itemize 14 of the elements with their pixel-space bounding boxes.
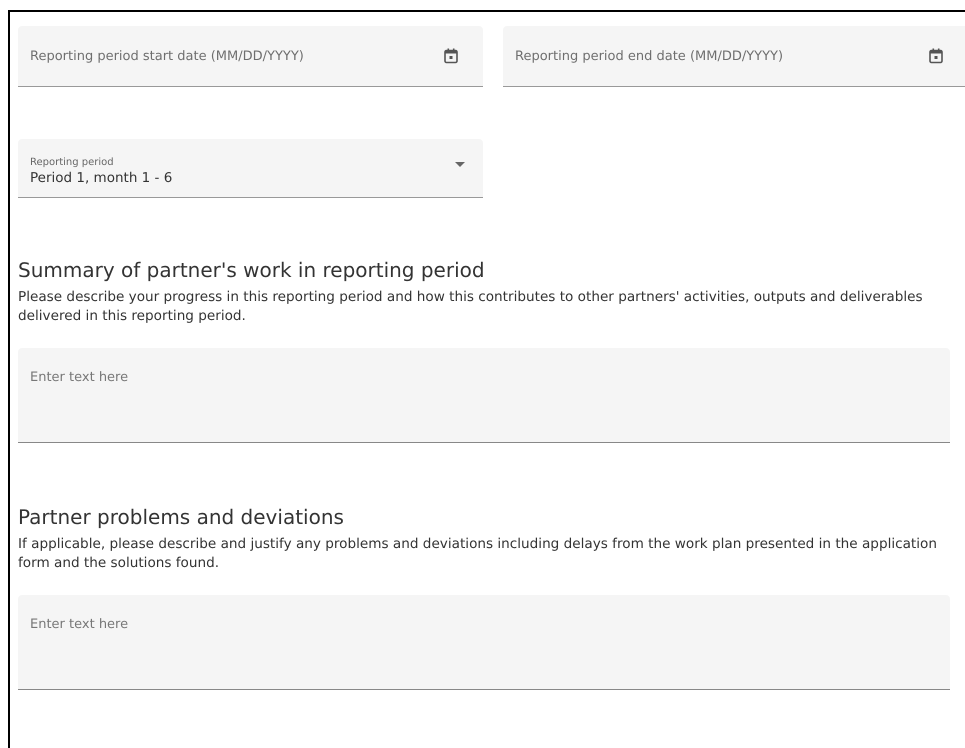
text-area[interactable]: Enter text here [18, 595, 950, 690]
date-field[interactable]: Reporting period end date (MM/DD/YYYY) [503, 26, 965, 87]
section-description: If applicable, please describe and justify any problems and deviations including delays from the work plan presented in the application form and the solutions found. [18, 535, 938, 573]
section-heading: Partner problems and deviations [18, 505, 344, 529]
caret-icon [455, 162, 465, 166]
calendar-icon[interactable] [444, 48, 458, 64]
section-description: Please describe your progress in this reporting period and how this contributes to other partners' activities, outputs and deliverables delivered in this reporting period. [18, 288, 924, 326]
dropdown-value: Period 1, month 1 - 6 [30, 170, 172, 186]
text-area[interactable]: Enter text here [18, 348, 950, 443]
date-field[interactable]: Reporting period start date (MM/DD/YYYY) [18, 26, 483, 87]
section-heading: Summary of partner's work in reporting period [18, 258, 485, 282]
dropdown-label: Reporting period [30, 156, 114, 168]
calendar-icon[interactable] [929, 48, 943, 64]
period-dropdown[interactable]: Reporting period Period 1, month 1 - 6 [18, 139, 483, 198]
